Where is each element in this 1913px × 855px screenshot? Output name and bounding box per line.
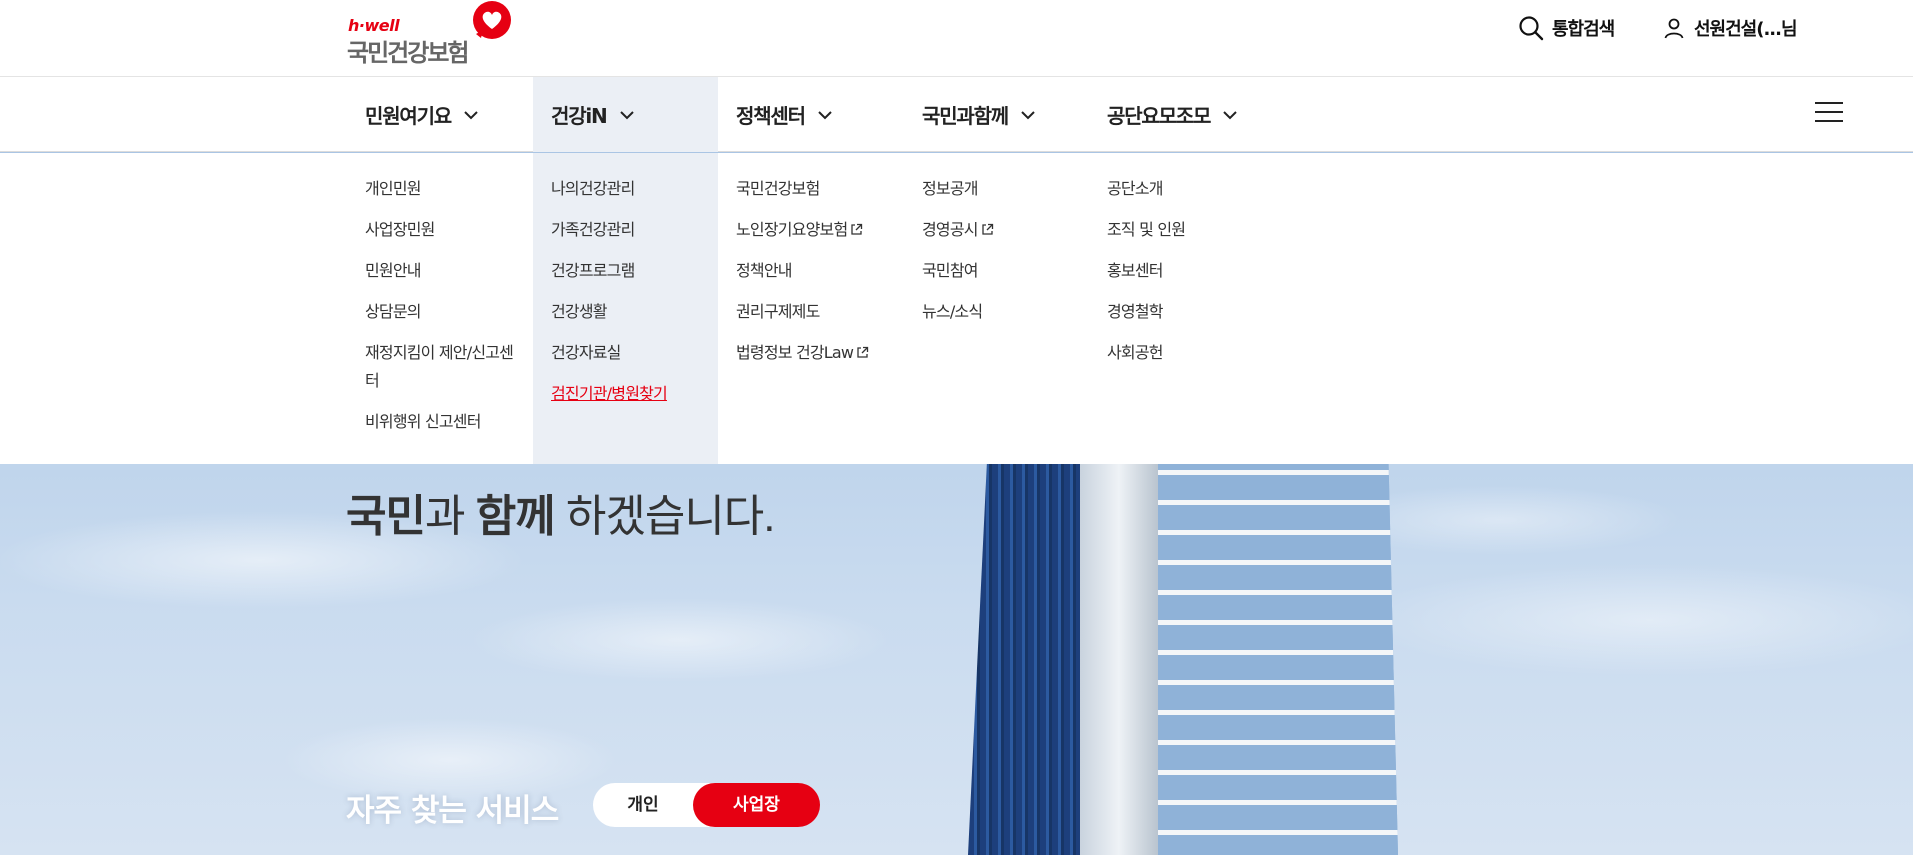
menu-link[interactable]: 가족건강관리 bbox=[551, 216, 700, 244]
menu-link[interactable]: 사회공헌 bbox=[1107, 339, 1256, 367]
menu-link-hospital-finder[interactable]: 검진기관/병원찾기 bbox=[551, 380, 700, 408]
menu-hamburger-icon[interactable] bbox=[1815, 102, 1843, 126]
mega-column-with-citizens: 정보공개 경영공시 국민참여 뉴스/소식 bbox=[904, 153, 1089, 464]
menu-link[interactable]: 나의건강관리 bbox=[551, 175, 700, 203]
chevron-down-icon bbox=[464, 110, 478, 119]
menu-link[interactable]: 건강생활 bbox=[551, 298, 700, 326]
logo-name: 국민건강보험 bbox=[347, 39, 469, 67]
mega-column-about-nhis: 공단소개 조직 및 인원 홍보센터 경영철학 사회공헌 bbox=[1089, 153, 1274, 464]
heart-logo-icon bbox=[473, 1, 511, 39]
menu-link[interactable]: 권리구제제도 bbox=[736, 298, 885, 326]
menu-link[interactable]: 공단소개 bbox=[1107, 175, 1256, 203]
menu-link[interactable]: 뉴스/소식 bbox=[922, 298, 1071, 326]
mega-column-policy-center: 국민건강보험 노인장기요양보험 정책안내 권리구제제도 법령정보 건강Law bbox=[718, 153, 903, 464]
chevron-down-icon bbox=[1223, 110, 1237, 119]
search-icon bbox=[1519, 16, 1544, 41]
chevron-down-icon bbox=[1021, 110, 1035, 119]
menu-link[interactable]: 홍보센터 bbox=[1107, 257, 1256, 285]
menu-link[interactable]: 상담문의 bbox=[365, 298, 514, 326]
integrated-search-button[interactable]: 통합검색 bbox=[1518, 12, 1615, 44]
chevron-down-icon bbox=[818, 110, 832, 119]
chevron-down-icon bbox=[619, 110, 634, 119]
menu-link[interactable]: 사업장민원 bbox=[365, 216, 514, 244]
nav-label: 건강iN bbox=[551, 104, 608, 128]
menu-link-external[interactable]: 법령정보 건강Law bbox=[736, 339, 885, 367]
nav-item-civil-service[interactable]: 민원여기요 bbox=[347, 77, 532, 152]
nav-label: 공단요모조모 bbox=[1107, 104, 1211, 128]
toggle-business[interactable]: 사업장 bbox=[693, 783, 820, 827]
nav-item-policy-center[interactable]: 정책센터 bbox=[718, 77, 903, 152]
top-header: h·well 국민건강보험 통합검색 선원건설(...님 bbox=[0, 0, 1913, 77]
search-label: 통합검색 bbox=[1552, 19, 1615, 40]
menu-link[interactable]: 국민건강보험 bbox=[736, 175, 885, 203]
nav-item-health-in[interactable]: 건강iN bbox=[533, 77, 718, 152]
menu-link[interactable]: 건강프로그램 bbox=[551, 257, 700, 285]
menu-link[interactable]: 민원안내 bbox=[365, 257, 514, 285]
nhis-logo[interactable]: h·well 국민건강보험 bbox=[347, 1, 517, 67]
frequent-services-title: 자주 찾는 서비스 bbox=[346, 793, 559, 829]
user-icon bbox=[1664, 18, 1684, 39]
nav-label: 국민과함께 bbox=[922, 104, 1009, 128]
main-navigation: 민원여기요 건강iN 정책센터 국민과함께 공단요모조모 bbox=[0, 77, 1913, 152]
mega-column-health-in: 나의건강관리 가족건강관리 건강프로그램 건강생활 건강자료실 검진기관/병원찾… bbox=[533, 153, 718, 464]
menu-link[interactable]: 건강자료실 bbox=[551, 339, 700, 367]
nav-item-with-citizens[interactable]: 국민과함께 bbox=[904, 77, 1089, 152]
mega-menu-panel: 개인민원 사업장민원 민원안내 상담문의 재정지킴이 제안/신고센터 비위행위 … bbox=[0, 153, 1913, 464]
menu-link[interactable]: 개인민원 bbox=[365, 175, 514, 203]
menu-link[interactable]: 정보공개 bbox=[922, 175, 1071, 203]
nav-label: 민원여기요 bbox=[365, 104, 452, 128]
mega-column-civil-service: 개인민원 사업장민원 민원안내 상담문의 재정지킴이 제안/신고센터 비위행위 … bbox=[347, 153, 532, 464]
menu-link[interactable]: 경영철학 bbox=[1107, 298, 1256, 326]
nav-label: 정책센터 bbox=[736, 104, 806, 128]
building-image-core bbox=[1080, 440, 1158, 855]
nav-item-about-nhis[interactable]: 공단요모조모 bbox=[1089, 77, 1274, 152]
menu-link[interactable]: 국민참여 bbox=[922, 257, 1071, 285]
menu-link-external[interactable]: 노인장기요양보험 bbox=[736, 216, 885, 244]
toggle-individual[interactable]: 개인 bbox=[593, 783, 693, 827]
menu-link-external[interactable]: 경영공시 bbox=[922, 216, 1071, 244]
menu-link[interactable]: 정책안내 bbox=[736, 257, 885, 285]
hero-slogan: 국민과 함께 하겠습니다. bbox=[346, 492, 776, 541]
menu-link[interactable]: 비위행위 신고센터 bbox=[365, 408, 514, 436]
external-link-icon bbox=[857, 346, 869, 358]
building-image-glass-tower bbox=[1158, 440, 1398, 855]
menu-link[interactable]: 재정지킴이 제안/신고센터 bbox=[365, 339, 514, 395]
user-name-label: 선원건설(...님 bbox=[1694, 19, 1798, 40]
menu-link[interactable]: 조직 및 인원 bbox=[1107, 216, 1256, 244]
external-link-icon bbox=[851, 223, 863, 235]
user-menu-button[interactable]: 선원건설(...님 bbox=[1662, 12, 1798, 44]
external-link-icon bbox=[982, 223, 993, 235]
service-type-toggle: 개인 사업장 bbox=[593, 783, 820, 827]
